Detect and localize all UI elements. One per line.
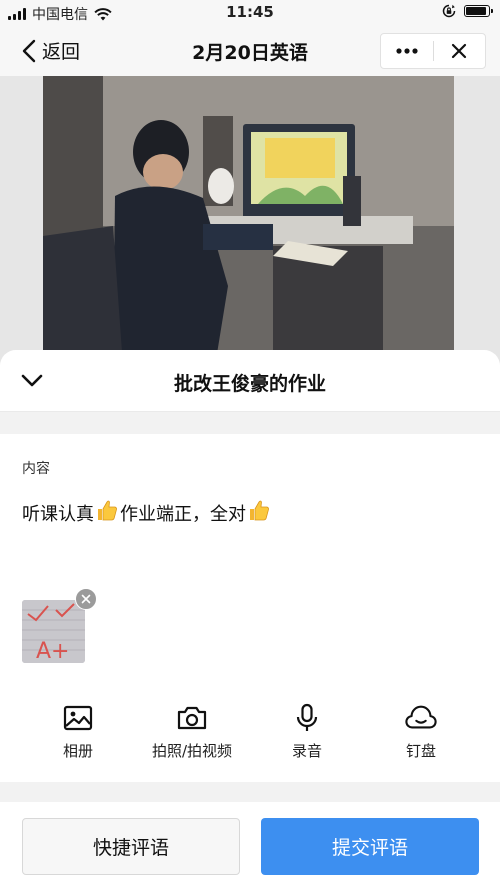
attachment-toolbar: 相册 拍照/拍视频 录音 钉盘: [0, 702, 500, 772]
photo-album-icon: [62, 702, 94, 734]
homework-photo[interactable]: [43, 76, 454, 366]
microphone-icon: [291, 702, 323, 734]
more-dots-icon: [396, 48, 418, 54]
status-bar: 中国电信 11:45: [0, 0, 500, 26]
tool-camera-label: 拍照/拍视频: [151, 742, 233, 760]
attachment-image: A+: [22, 600, 85, 663]
close-button[interactable]: [434, 34, 486, 68]
tool-disk-label: 钉盘: [405, 742, 436, 760]
orientation-lock-icon: [442, 4, 456, 18]
attachment-thumbnail[interactable]: A+: [22, 588, 97, 663]
remove-attachment-button[interactable]: [75, 588, 97, 610]
camera-icon: [176, 702, 208, 734]
cloud-drive-icon: [405, 702, 437, 734]
homework-photo-image: [43, 76, 454, 366]
comment-text-part-1: 听课认真: [22, 503, 94, 525]
content-label: 内容: [22, 461, 50, 477]
chevron-left-icon: [22, 39, 36, 62]
sheet-header: 批改王俊豪的作业: [0, 350, 500, 412]
tool-disk-button[interactable]: 钉盘: [391, 702, 451, 761]
tool-album-button[interactable]: 相册: [48, 702, 108, 761]
comment-input[interactable]: 听课认真 作业端正，全对: [22, 498, 272, 527]
close-icon: [452, 43, 467, 59]
status-time: 11:45: [226, 3, 274, 21]
tool-record-button[interactable]: 录音: [277, 702, 337, 761]
close-icon: [81, 594, 91, 604]
tool-album-label: 相册: [62, 742, 93, 760]
bottom-action-bar: 快捷评语 提交评语: [0, 802, 500, 889]
collapse-button[interactable]: [14, 366, 50, 396]
back-button[interactable]: 返回: [22, 37, 80, 64]
photo-area: [0, 76, 500, 366]
tool-camera-button[interactable]: 拍照/拍视频: [142, 702, 242, 761]
quick-comment-button[interactable]: 快捷评语: [22, 818, 240, 875]
nav-capsule: [380, 33, 486, 69]
content-card: 内容 听课认真 作业端正，全对 A+ 相册 拍照/拍视频 录音 钉盘: [0, 434, 500, 782]
chevron-down-icon: [21, 374, 43, 387]
comment-text-part-2: 作业端正，全对: [120, 503, 246, 525]
battery-icon: [464, 5, 493, 17]
submit-comment-button[interactable]: 提交评语: [261, 818, 479, 875]
status-right: [442, 4, 493, 18]
battery-fill: [466, 7, 487, 15]
tool-record-label: 录音: [291, 742, 322, 760]
back-label: 返回: [42, 41, 81, 63]
thumbs-up-icon: [247, 498, 271, 527]
sheet-title: 批改王俊豪的作业: [173, 373, 326, 395]
thumbs-up-icon: [95, 498, 119, 527]
more-button[interactable]: [381, 34, 433, 68]
grade-mark: A+: [36, 639, 69, 663]
review-sheet: 批改王俊豪的作业 内容 听课认真 作业端正，全对 A+ 相册 拍照/拍视频 录音…: [0, 350, 500, 889]
nav-bar: 返回 2月20日英语: [0, 26, 500, 76]
